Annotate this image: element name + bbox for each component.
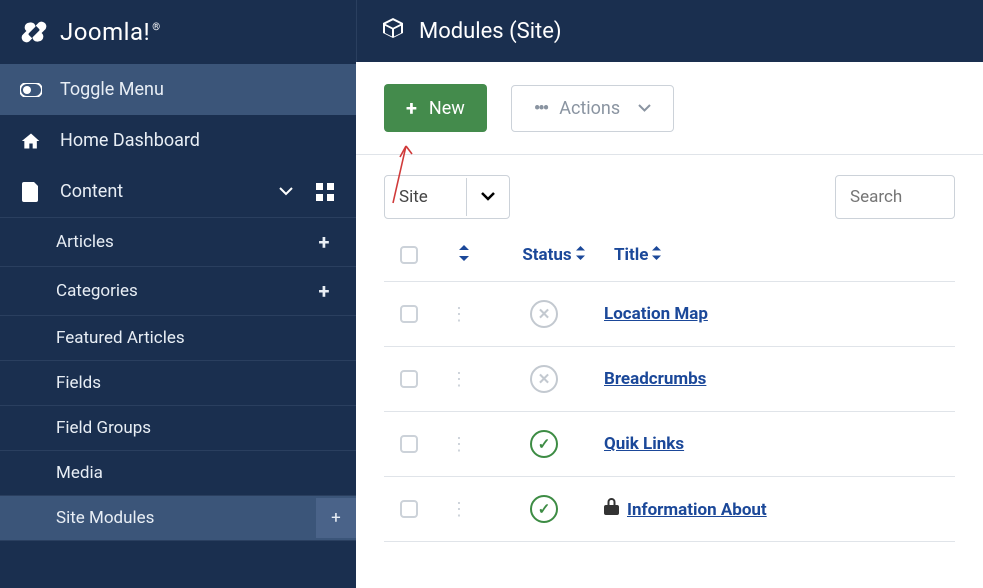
plus-icon[interactable]: + bbox=[316, 498, 356, 538]
lock-icon[interactable] bbox=[604, 500, 619, 520]
sidebar-site-modules[interactable]: Site Modules + bbox=[0, 496, 356, 541]
status-column[interactable]: Status bbox=[494, 245, 614, 265]
box-icon bbox=[381, 16, 405, 46]
drag-handle[interactable]: ⋮ bbox=[434, 304, 484, 325]
toggle-icon bbox=[20, 83, 42, 97]
status-check-icon[interactable]: ✓ bbox=[530, 430, 558, 458]
brand: Joomla!® bbox=[0, 0, 356, 64]
search-field[interactable] bbox=[850, 187, 940, 207]
module-title-link[interactable]: Quik Links bbox=[604, 434, 684, 454]
joomla-logo-icon bbox=[20, 18, 48, 46]
main: Modules (Site) + New ••• Actions Site bbox=[356, 0, 983, 588]
module-title-link[interactable]: Location Map bbox=[604, 304, 708, 324]
row-checkbox[interactable] bbox=[400, 370, 418, 388]
table-row: ⋮ ✓ Information About bbox=[384, 477, 955, 542]
select-all-checkbox[interactable] bbox=[400, 246, 418, 264]
brand-text: Joomla!® bbox=[60, 18, 161, 46]
table-header: Status Title bbox=[384, 229, 955, 282]
modules-table: Status Title ⋮ ✕ Location Map ⋮ ✕ Breadcrumbs… bbox=[356, 219, 983, 542]
sort-icon bbox=[575, 249, 586, 264]
toggle-label: Toggle Menu bbox=[60, 79, 336, 100]
sidebar-home-dashboard[interactable]: Home Dashboard bbox=[0, 115, 356, 166]
home-icon bbox=[20, 131, 42, 151]
content-label: Content bbox=[60, 181, 258, 202]
ellipsis-icon: ••• bbox=[534, 98, 547, 119]
sidebar-categories[interactable]: Categories + bbox=[0, 267, 356, 316]
page-title: Modules (Site) bbox=[419, 19, 562, 44]
toggle-menu[interactable]: Toggle Menu bbox=[0, 64, 356, 115]
content-submenu: Articles + Categories + Featured Article… bbox=[0, 217, 356, 541]
sort-icon bbox=[651, 249, 662, 264]
home-label: Home Dashboard bbox=[60, 130, 336, 151]
row-checkbox[interactable] bbox=[400, 500, 418, 518]
sidebar-articles[interactable]: Articles + bbox=[0, 217, 356, 267]
filter-row: Site bbox=[356, 155, 983, 219]
order-column[interactable] bbox=[434, 245, 494, 265]
plus-icon[interactable]: + bbox=[312, 279, 336, 303]
drag-handle[interactable]: ⋮ bbox=[434, 499, 484, 520]
toolbar: + New ••• Actions bbox=[356, 62, 983, 155]
sidebar-content[interactable]: Content bbox=[0, 166, 356, 217]
chevron-down-icon bbox=[466, 178, 509, 216]
plus-icon: + bbox=[406, 96, 417, 120]
chevron-down-icon bbox=[276, 187, 296, 196]
client-select[interactable]: Site bbox=[384, 175, 510, 219]
drag-handle[interactable]: ⋮ bbox=[434, 434, 484, 455]
row-checkbox[interactable] bbox=[400, 435, 418, 453]
new-button[interactable]: + New bbox=[384, 84, 487, 132]
status-x-icon[interactable]: ✕ bbox=[530, 300, 558, 328]
module-title-link[interactable]: Information About bbox=[627, 500, 767, 520]
table-row: ⋮ ✕ Breadcrumbs bbox=[384, 347, 955, 412]
actions-button[interactable]: ••• Actions bbox=[511, 85, 674, 132]
sidebar-fields[interactable]: Fields bbox=[0, 361, 356, 406]
table-row: ⋮ ✓ Quik Links bbox=[384, 412, 955, 477]
module-title-link[interactable]: Breadcrumbs bbox=[604, 369, 706, 389]
sidebar-field-groups[interactable]: Field Groups bbox=[0, 406, 356, 451]
row-checkbox[interactable] bbox=[400, 305, 418, 323]
table-row: ⋮ ✕ Location Map bbox=[384, 282, 955, 347]
sidebar-featured-articles[interactable]: Featured Articles bbox=[0, 316, 356, 361]
status-check-icon[interactable]: ✓ bbox=[530, 495, 558, 523]
title-column[interactable]: Title bbox=[614, 245, 955, 265]
sidebar-media[interactable]: Media bbox=[0, 451, 356, 496]
plus-icon[interactable]: + bbox=[312, 230, 336, 254]
topbar: Modules (Site) bbox=[356, 0, 983, 62]
dashboard-grid-icon[interactable] bbox=[314, 183, 336, 201]
chevron-down-icon bbox=[638, 101, 651, 116]
drag-handle[interactable]: ⋮ bbox=[434, 369, 484, 390]
status-x-icon[interactable]: ✕ bbox=[530, 365, 558, 393]
sidebar: Joomla!® Toggle Menu Home Dashboard Cont… bbox=[0, 0, 356, 588]
search-input[interactable] bbox=[835, 175, 955, 219]
content-icon bbox=[20, 182, 42, 202]
